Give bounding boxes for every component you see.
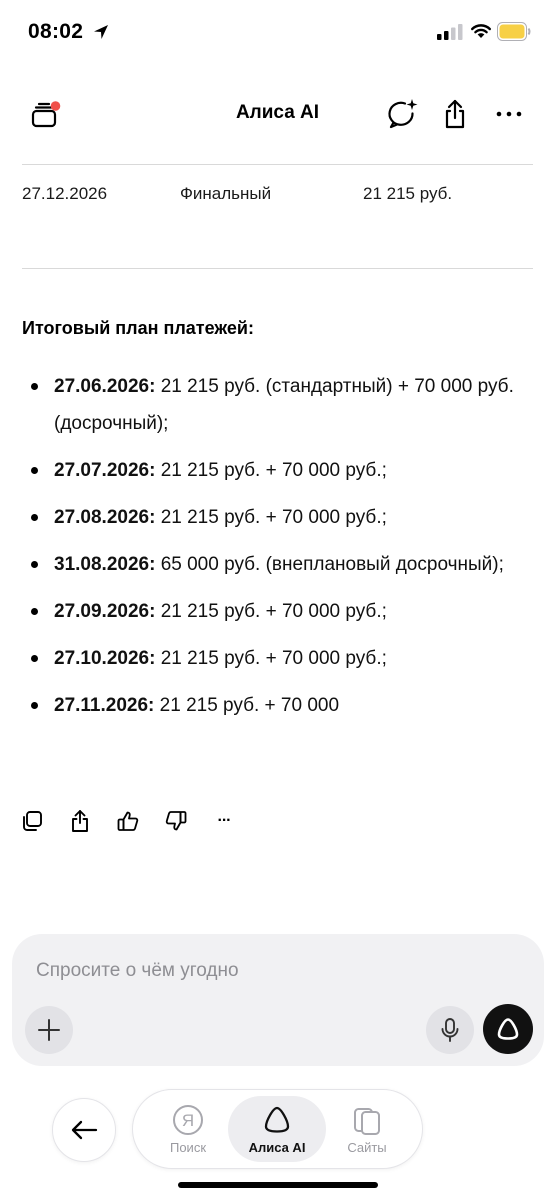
table-bottom-divider (22, 268, 533, 269)
back-button[interactable] (52, 1098, 116, 1162)
status-time: 08:02 (28, 20, 84, 43)
answer-more-button[interactable]: ··· (212, 809, 236, 833)
list-item-date: 27.08.2026: (54, 507, 156, 528)
voice-input-button[interactable] (426, 1006, 474, 1054)
yandex-search-icon: Я (173, 1105, 203, 1135)
table-row: 27.12.2026 Финальный 21 215 руб. (22, 184, 533, 208)
list-item-date: 27.07.2026: (54, 460, 156, 481)
list-item: 27.08.2026: 21 215 руб. + 70 000 руб.; (22, 499, 522, 536)
attach-button[interactable] (25, 1006, 73, 1054)
share-button[interactable] (437, 96, 473, 132)
share-icon (72, 810, 88, 832)
status-bar: 08:02 (0, 0, 555, 64)
table-cell-amount: 21 215 руб. (363, 184, 453, 203)
list-item-text: 21 215 руб. + 70 000 руб.; (155, 648, 387, 669)
new-chat-button[interactable] (384, 96, 420, 132)
alice-logo-icon (497, 1018, 519, 1040)
list-item: 27.10.2026: 21 215 руб. + 70 000 руб.; (22, 640, 522, 677)
bottom-tabbar: Я Поиск Алиса AI Сайты (132, 1089, 423, 1169)
list-item-date: 27.09.2026: (54, 601, 156, 622)
message-actions: ··· (20, 806, 236, 836)
list-item: 27.07.2026: 21 215 руб. + 70 000 руб.; (22, 452, 522, 489)
list-item-text: 21 215 руб. + 70 000 руб.; (155, 507, 387, 528)
alice-logo-icon (264, 1106, 290, 1133)
battery-icon (497, 22, 531, 41)
location-arrow-icon (94, 25, 108, 39)
arrow-left-icon (71, 1120, 98, 1140)
home-indicator (178, 1182, 378, 1188)
list-item-date: 27.11.2026: (54, 695, 155, 716)
list-item: 27.09.2026: 21 215 руб. + 70 000 руб.; (22, 593, 522, 630)
microphone-icon (441, 1018, 459, 1042)
tab-sites-label: Сайты (347, 1140, 387, 1155)
more-options-button[interactable] (491, 96, 527, 132)
plus-icon (38, 1019, 60, 1041)
copy-button[interactable] (20, 809, 44, 833)
list-item-text: 65 000 руб. (внеплановый досрочный); (155, 554, 504, 575)
alice-voice-button[interactable] (483, 1004, 533, 1054)
list-item: 31.08.2026: 65 000 руб. (внеплановый дос… (22, 546, 522, 583)
plan-heading: Итоговый план платежей: (22, 318, 254, 338)
thumbs-up-icon (117, 811, 139, 831)
list-item-text: 21 215 руб. + 70 000 (154, 695, 340, 716)
payment-plan-list: 27.06.2026: 21 215 руб. (стандартный) + … (22, 368, 522, 734)
more-dots-icon: ··· (217, 812, 232, 829)
list-item: 27.11.2026: 21 215 руб. + 70 000 (22, 687, 522, 724)
tab-sites[interactable]: Сайты (318, 1096, 416, 1162)
table-cell-date: 27.12.2026 (22, 184, 108, 203)
thumbs-down-icon (165, 811, 187, 831)
table-top-divider (22, 164, 533, 165)
list-item-date: 31.08.2026: (54, 554, 156, 575)
like-button[interactable] (116, 809, 140, 833)
tab-alice-ai[interactable]: Алиса AI (228, 1096, 326, 1162)
more-dots-icon (496, 111, 522, 117)
list-item-text: 21 215 руб. + 70 000 руб.; (155, 460, 387, 481)
dislike-button[interactable] (164, 809, 188, 833)
composer (12, 934, 544, 1066)
copy-icon (23, 811, 42, 831)
wifi-icon (471, 24, 491, 38)
list-item-date: 27.10.2026: (54, 648, 156, 669)
share-icon (445, 99, 465, 129)
new-chat-sparkle-icon (388, 99, 418, 129)
tab-alice-ai-label: Алиса AI (248, 1140, 306, 1155)
prompt-input[interactable] (36, 956, 476, 986)
yandex-letter: Я (182, 1111, 194, 1130)
list-item-text: 21 215 руб. + 70 000 руб.; (155, 601, 387, 622)
share-answer-button[interactable] (68, 809, 92, 833)
sites-cards-icon (354, 1108, 380, 1135)
top-nav: Алиса AI (0, 90, 555, 138)
tab-search-label: Поиск (169, 1140, 207, 1155)
list-item-date: 27.06.2026: (54, 376, 156, 397)
list-item: 27.06.2026: 21 215 руб. (стандартный) + … (22, 368, 522, 442)
tab-search[interactable]: Я Поиск (139, 1096, 237, 1162)
table-cell-type: Финальный (180, 184, 272, 203)
cellular-signal-icon (437, 24, 463, 40)
